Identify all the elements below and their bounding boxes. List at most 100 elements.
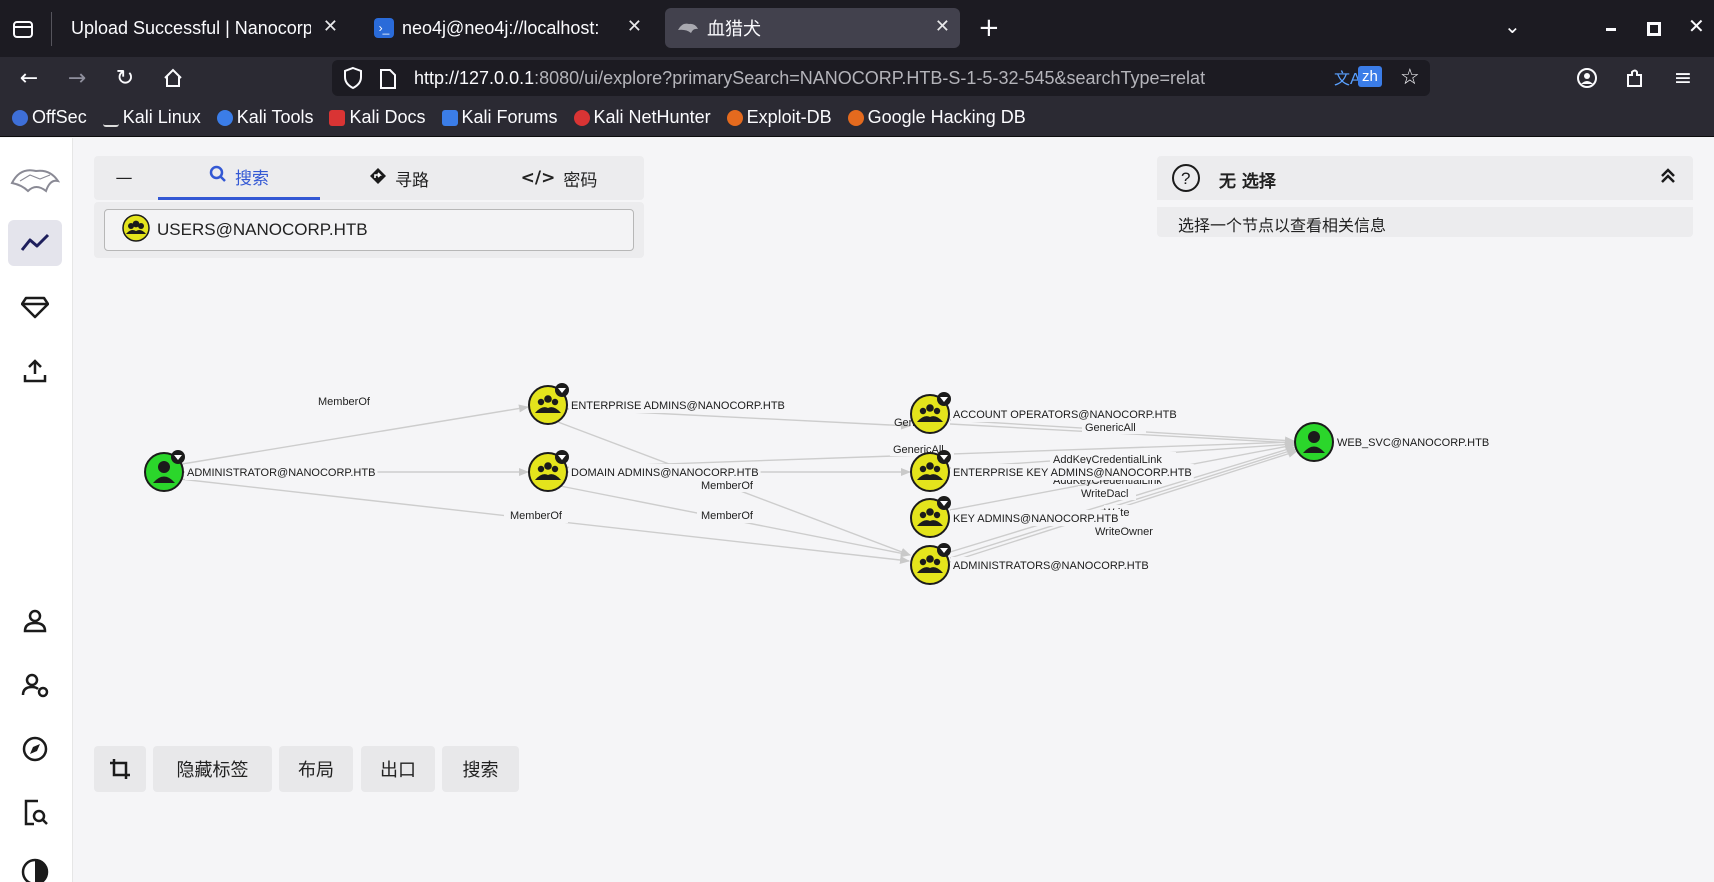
help-circle-icon: ? <box>1171 163 1201 197</box>
page-info-icon[interactable] <box>379 68 397 95</box>
layout-button[interactable]: 布局 <box>279 746 353 792</box>
node-label: ENTERPRISE ADMINS@NANOCORP.HTB <box>571 400 785 412</box>
bookmark-kali-nethunter[interactable]: Kali NetHunter <box>573 107 711 128</box>
tab-neo4j[interactable]: ›_ neo4j@neo4j://localhost: ✕ <box>362 8 652 48</box>
compass-icon[interactable] <box>8 726 62 772</box>
new-tab-button[interactable]: + <box>978 13 1000 43</box>
bloodhound-logo-icon[interactable] <box>8 156 62 202</box>
tab-search[interactable]: 搜索 <box>158 156 320 200</box>
tier-zero-gem-icon <box>171 450 185 464</box>
kali-dragon-icon <box>102 109 119 127</box>
list-all-tabs-icon[interactable]: ⌄ <box>1504 14 1521 38</box>
translate-language-badge[interactable]: zh <box>1358 66 1382 87</box>
edge-label-memberof: MemberOf <box>701 480 754 492</box>
collapse-panel-button[interactable]: — <box>94 156 154 200</box>
kali-forums-icon <box>441 109 458 126</box>
bookmark-kali-linux[interactable]: Kali Linux <box>102 107 201 128</box>
edge-label-memberof: MemberOf <box>318 396 371 408</box>
account-icon[interactable] <box>1566 57 1608 99</box>
node-label: ACCOUNT OPERATORS@NANOCORP.HTB <box>953 409 1177 421</box>
kali-tools-icon <box>216 109 233 126</box>
bookmark-offsec[interactable]: OffSec <box>12 107 87 128</box>
terminal-icon: ›_ <box>374 18 394 38</box>
tier-zero-gem-icon <box>937 496 951 510</box>
close-window-button[interactable]: ✕ <box>1688 14 1705 38</box>
upload-icon[interactable] <box>8 348 62 394</box>
crop-fit-button[interactable] <box>94 746 146 792</box>
tab-bloodhound[interactable]: 血猎犬 ✕ <box>665 8 960 48</box>
tab-overview-icon[interactable] <box>10 16 36 42</box>
graph-node-admin[interactable]: ADMINISTRATOR@NANOCORP.HTB <box>144 450 378 492</box>
app-sidebar <box>0 138 73 882</box>
tab-upload-successful[interactable]: Upload Successful | Nanocorp ✕ <box>58 8 348 48</box>
search-document-icon[interactable] <box>8 790 62 836</box>
export-button[interactable]: 出口 <box>361 746 435 792</box>
info-panel-hint: 选择一个节点以查看相关信息 <box>1178 216 1387 235</box>
svg-text:?: ? <box>1181 169 1190 188</box>
node-label: ADMINISTRATORS@NANOCORP.HTB <box>953 560 1149 572</box>
reload-icon[interactable]: ↻ <box>104 57 146 99</box>
user-profile-icon[interactable] <box>8 598 62 644</box>
node-label: WEB_SVC@NANOCORP.HTB <box>1337 437 1489 449</box>
forward-icon[interactable]: → <box>56 57 98 99</box>
extensions-icon[interactable] <box>1614 57 1656 99</box>
bookmark-kali-tools[interactable]: Kali Tools <box>216 107 313 128</box>
minimize-button[interactable] <box>1606 28 1616 31</box>
bookmark-kali-forums[interactable]: Kali Forums <box>441 107 558 128</box>
nethunter-icon <box>573 109 590 126</box>
edge-admin-ea[interactable] <box>163 404 529 468</box>
node-label: ENTERPRISE KEY ADMINS@NANOCORP.HTB <box>953 467 1192 479</box>
collapse-up-icon[interactable] <box>1659 167 1677 189</box>
info-panel-hint-box: 选择一个节点以查看相关信息 <box>1157 207 1693 237</box>
tier-zero-gem-icon <box>555 450 569 464</box>
offsec-icon <box>12 109 28 126</box>
tier-zero-gem-icon <box>937 543 951 557</box>
menu-icon[interactable]: ≡ <box>1662 57 1704 99</box>
tier-zero-gem-icon <box>937 392 951 406</box>
tier-zero-gem-icon <box>555 383 569 397</box>
home-icon[interactable] <box>152 57 194 99</box>
shield-icon[interactable] <box>342 66 364 95</box>
graph-node-web[interactable]: WEB_SVC@NANOCORP.HTB <box>1294 422 1492 462</box>
explore-graph-icon[interactable] <box>8 220 62 266</box>
node-search-input[interactable]: USERS@NANOCORP.HTB <box>104 209 634 251</box>
group-icon <box>121 213 151 248</box>
bookmark-exploit-db[interactable]: Exploit-DB <box>726 107 832 128</box>
tab-title: 血猎犬 <box>707 19 761 39</box>
address-bar[interactable]: http://127.0.0.1:8080/ui/explore?primary… <box>332 60 1430 96</box>
graph-node-adms[interactable]: ADMINISTRATORS@NANOCORP.HTB <box>910 543 1151 585</box>
tab-pathfinding[interactable]: 寻路 <box>324 156 474 200</box>
tier-zero-gem-icon <box>937 450 951 464</box>
tab-title: Upload Successful | Nanocorp <box>71 17 311 38</box>
hide-labels-button[interactable]: 隐藏标签 <box>153 746 272 792</box>
bookmark-google-hacking-db[interactable]: Google Hacking DB <box>847 107 1026 128</box>
node-label: ADMINISTRATOR@NANOCORP.HTB <box>187 467 375 479</box>
bookmark-star-icon[interactable]: ☆ <box>1400 64 1420 90</box>
code-icon: </> <box>520 168 556 188</box>
exploit-db-icon <box>726 109 743 126</box>
bloodhound-app: MemberOf MemberOf MemberOf MemberOf Gene… <box>0 138 1714 882</box>
bookmark-kali-docs[interactable]: Kali Docs <box>329 107 426 128</box>
search-icon <box>209 165 227 188</box>
edge-label-writeowner: WriteOwner <box>1095 526 1153 538</box>
close-icon[interactable]: ✕ <box>323 16 338 37</box>
route-icon <box>369 167 387 190</box>
maximize-button[interactable] <box>1647 22 1661 36</box>
graph-search-button[interactable]: 搜索 <box>442 746 519 792</box>
diamond-icon[interactable] <box>8 284 62 330</box>
user-settings-icon[interactable] <box>8 662 62 708</box>
navigation-toolbar: ← → ↻ http://127.0.0.1:8080/ui/explore?p… <box>0 57 1714 99</box>
selected-node-label: USERS@NANOCORP.HTB <box>157 220 368 239</box>
translate-icon[interactable]: 文A <box>1334 65 1361 89</box>
url-text[interactable]: http://127.0.0.1:8080/ui/explore?primary… <box>414 68 1324 89</box>
tab-cypher[interactable]: </> 密码 <box>484 156 634 200</box>
close-icon[interactable]: ✕ <box>935 16 950 37</box>
back-icon[interactable]: ← <box>8 57 50 99</box>
close-icon[interactable]: ✕ <box>627 16 642 37</box>
bloodhound-favicon-icon <box>677 20 699 36</box>
tab-title: neo4j@neo4j://localhost: <box>402 17 600 38</box>
search-panel-tabs: — 搜索 寻路 </> 密码 <box>94 156 644 200</box>
dark-mode-icon[interactable] <box>8 850 62 882</box>
edge-label-genericall: GenericAll <box>1085 422 1136 434</box>
graph-node-ka[interactable]: KEY ADMINS@NANOCORP.HTB <box>910 496 1121 538</box>
